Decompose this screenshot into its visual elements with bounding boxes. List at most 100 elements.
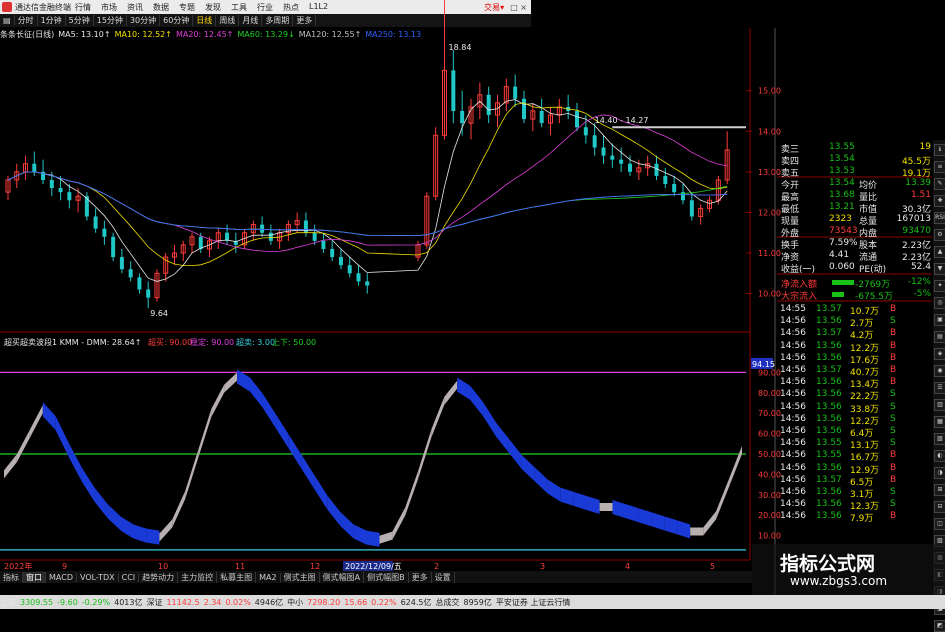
candle-body (522, 98, 526, 120)
tick-side: S (890, 487, 896, 497)
stat-value: 4.41 (829, 250, 850, 260)
indicator-tab[interactable]: 私募主图 (217, 571, 257, 583)
indicator-band-segment (599, 503, 613, 511)
tick-price: 13.56 (816, 413, 842, 424)
tick-row: 14:56 13.56 12.9万 B (778, 462, 900, 476)
tick-price: 13.56 (816, 401, 842, 412)
right-toolbar-icon[interactable]: ◉ (934, 365, 945, 377)
right-toolbar-icon[interactable]: ▦ (934, 416, 945, 428)
tick-side: B (890, 328, 897, 339)
tick-time: 14:56 (780, 328, 806, 339)
indicator-tab[interactable]: MACD (46, 572, 77, 582)
price-tick-label: 14.00 (758, 127, 781, 136)
tick-time: 14:56 (780, 438, 806, 449)
right-toolbar-icon[interactable]: RSI (934, 212, 945, 224)
right-toolbar-icon[interactable]: ◐ (934, 450, 945, 462)
candle-body (67, 192, 72, 201)
tick-side: B (890, 365, 897, 375)
zx-index-label[interactable]: 中小 (287, 597, 303, 608)
tick-price: 13.56 (816, 462, 842, 473)
indicator-tab[interactable]: 设置 (432, 571, 455, 583)
right-toolbar-icon[interactable]: ▥ (934, 399, 945, 411)
sh-index-label[interactable]: 上证 (0, 597, 16, 608)
right-toolbar-icon[interactable]: ◎ (934, 297, 945, 309)
right-toolbar-icon[interactable]: ◫ (934, 518, 945, 530)
flow-row: 净流入额 -2769万 -12% (777, 277, 933, 290)
tick-row: 14:56 13.56 7.9万 B (778, 511, 900, 524)
right-toolbar-icon[interactable]: ◩ (934, 620, 945, 632)
tick-time: 14:56 (780, 377, 806, 388)
tick-side: S (890, 499, 896, 510)
indicator-tab[interactable]: 侧式幅图B (364, 571, 409, 583)
ask-price: 13.54 (829, 154, 855, 164)
right-toolbar-icon[interactable]: ✦ (934, 280, 945, 292)
candle-body (460, 110, 465, 124)
right-toolbar-icon[interactable]: ☰ (934, 382, 945, 394)
right-toolbar-icon[interactable]: ⊟ (934, 501, 945, 513)
tick-row: 14:56 13.57 4.2万 B (778, 328, 900, 341)
right-toolbar-icon[interactable]: ≡ (934, 161, 945, 173)
indicator-legend-item: 稳定: 90.00 (190, 337, 234, 347)
indicator-band-segment (211, 384, 225, 418)
tick-time: 14:56 (780, 426, 806, 436)
indicator-band-segment (107, 504, 121, 531)
right-toolbar-icon[interactable]: ⊞ (934, 484, 945, 496)
stat-value: 93470 (902, 226, 931, 236)
tick-volume: 16.7万 (850, 453, 880, 464)
indicator-tab[interactable]: 更多 (409, 571, 432, 583)
indicator-tab[interactable]: 指标 (0, 571, 23, 583)
zx-index-change: 15.66 (344, 597, 368, 607)
sz-index-change: 2.34 (203, 597, 222, 607)
stat-value: 7.59% (829, 238, 858, 248)
tick-volume: 12.2万 (850, 343, 880, 354)
stat-row: 今开 13.54 均价 13.39 (777, 178, 933, 191)
indicator-tab[interactable]: 侧式主图 (281, 571, 320, 583)
right-toolbar-icon[interactable]: ✚ (934, 195, 945, 207)
tick-price: 13.56 (816, 487, 842, 497)
indicator-tab[interactable]: 主力监控 (178, 571, 218, 583)
tick-volume: 12.3万 (850, 502, 880, 513)
candle-body (601, 147, 606, 156)
sz-index-label[interactable]: 深证 (146, 597, 162, 608)
indicator-band-segment (250, 377, 263, 408)
indicator-tab[interactable]: CCI (119, 572, 140, 582)
indicator-tab[interactable]: 窗口 (23, 571, 46, 583)
right-toolbar-icon[interactable]: ◑ (934, 467, 945, 479)
sh-index-change: -9.60 (57, 597, 78, 607)
tick-time: 14:56 (780, 389, 806, 400)
stat-row: 净资 4.41 流通 2.23亿 (777, 250, 933, 263)
tick-volume: 13.1万 (850, 441, 880, 452)
indicator-tab[interactable]: VOL-TDX (77, 572, 119, 582)
indicator-band-segment (55, 416, 69, 457)
indicator-band-segment (224, 372, 238, 393)
tick-row: 14:56 13.55 13.1万 S (778, 438, 900, 452)
right-toolbar-icon[interactable]: ✎ (934, 178, 945, 190)
candle-body (303, 220, 308, 233)
right-toolbar-icon[interactable]: ▧ (934, 433, 945, 445)
stat-row: 现量 2323 总量 167013 (777, 214, 933, 227)
ticker-text[interactable]: 平安证券 上证云行情 (496, 597, 571, 608)
tick-row: 14:56 13.57 6.5万 B (778, 475, 900, 488)
tick-volume: 6.5万 (850, 477, 874, 488)
right-toolbar-icon[interactable]: ▤ (934, 331, 945, 343)
indicator-tab[interactable]: 趋势动力 (139, 571, 179, 583)
candle-body (32, 163, 37, 172)
tick-row: 14:56 13.56 17.6万 B (778, 352, 900, 366)
right-toolbar-icon[interactable]: ⚙ (934, 229, 945, 241)
right-toolbar-icon[interactable]: ▣ (934, 314, 945, 326)
flow-value: -675.5万 (855, 292, 894, 302)
indicator-tab[interactable]: 侧式幅图A (320, 571, 365, 583)
right-toolbar-icon[interactable]: ▲ (934, 246, 945, 258)
indicator-tab[interactable]: MA2 (256, 572, 281, 582)
time-axis-label: 4 (625, 562, 630, 571)
tick-volume: 13.4万 (850, 380, 880, 391)
right-toolbar-icon[interactable]: ▼ (934, 263, 945, 275)
candle-body (312, 232, 317, 241)
tick-price: 13.56 (816, 352, 842, 363)
right-toolbar-icon[interactable]: ℹ (934, 144, 945, 156)
tick-row: 14:56 13.57 40.7万 B (778, 365, 900, 378)
right-toolbar-icon[interactable]: ◈ (934, 348, 945, 360)
tick-volume: 40.7万 (850, 368, 880, 378)
candle-body (486, 94, 491, 116)
ask-row: 卖四 13.54 45.5万 (777, 154, 933, 167)
